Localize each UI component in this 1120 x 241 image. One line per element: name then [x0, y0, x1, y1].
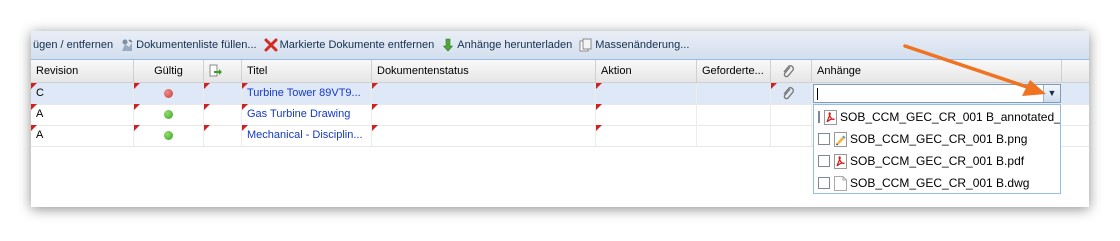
- annotation-arrow: [903, 44, 1046, 96]
